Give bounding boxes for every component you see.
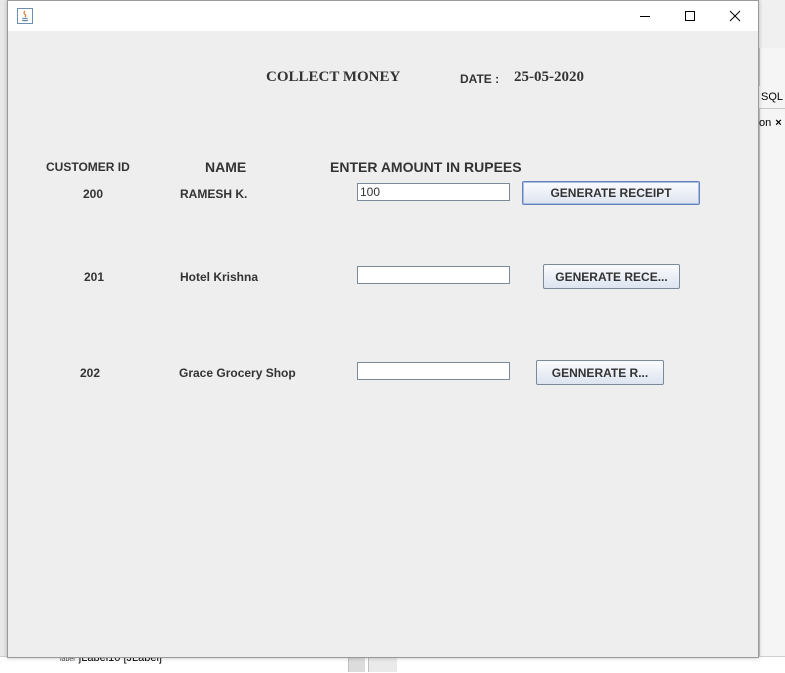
ide-tab-on[interactable]: on × (759, 112, 785, 134)
ide-tab-on-label: on (759, 117, 772, 129)
collect-money-window: COLLECT MONEY DATE : 25-05-2020 CUSTOMER… (7, 0, 759, 658)
row-3-amount-input[interactable] (357, 362, 510, 380)
java-icon (17, 8, 33, 24)
window-titlebar[interactable] (8, 1, 758, 31)
maximize-button[interactable] (667, 1, 713, 31)
row-2-customer-id: 201 (84, 270, 105, 284)
row-2-generate-receipt-button[interactable]: GENERATE RECE... (543, 264, 680, 289)
ide-right-panel (759, 48, 785, 672)
row-1-amount-input[interactable] (357, 183, 510, 201)
ide-tab-close-icon[interactable]: × (775, 117, 781, 129)
row-1-customer-id: 200 (83, 187, 104, 201)
row-2-amount-input[interactable] (357, 266, 510, 284)
close-button[interactable] (712, 1, 758, 31)
ide-tab-sql[interactable]: SQL 2 (759, 86, 785, 109)
header-customer-id: CUSTOMER ID (46, 160, 130, 174)
header-amount: ENTER AMOUNT IN RUPEES (330, 159, 522, 175)
row-1-name: RAMESH K. (180, 187, 248, 201)
date-label: DATE : (460, 72, 500, 86)
header-name: NAME (205, 159, 247, 175)
form-title: COLLECT MONEY (266, 69, 401, 85)
minimize-button[interactable] (622, 1, 668, 31)
minimize-icon (640, 16, 650, 17)
row-2-name: Hotel Krishna (180, 270, 259, 284)
ide-divider (368, 656, 397, 672)
close-icon (729, 10, 741, 22)
row-3-customer-id: 202 (80, 366, 101, 380)
ide-tab-sql-label: SQL 2 (761, 91, 785, 103)
maximize-icon (685, 11, 695, 21)
date-value: 25-05-2020 (514, 69, 584, 85)
row-3-generate-receipt-button[interactable]: GENNERATE R... (536, 360, 664, 385)
row-1-generate-receipt-button[interactable]: GENERATE RECEIPT (522, 181, 700, 205)
ide-scrollbar[interactable] (348, 656, 365, 672)
row-3-name: Grace Grocery Shop (179, 366, 296, 380)
